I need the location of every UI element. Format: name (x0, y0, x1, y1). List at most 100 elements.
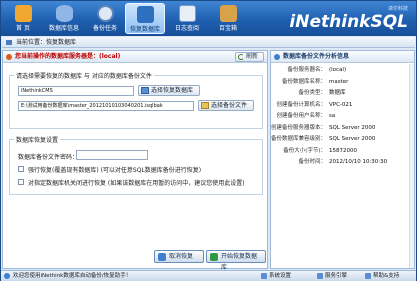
backup-info-header: 数据库备份文件分析信息 (271, 51, 414, 63)
backup-info-title: 数据库备份文件分析信息 (283, 53, 350, 60)
start-restore-label: 开始恢复数据库 (221, 253, 258, 271)
select-backup-file-label: 选择备份文件 (211, 102, 248, 109)
info-row: 创建备份计算机名： VPC-021 (271, 100, 414, 112)
engine-icon (317, 273, 323, 279)
restore-settings-group: 数据库恢复设置 数据库备份文件密码： 强行恢复(覆盖现有数据库) (可以对任意S… (9, 135, 263, 195)
info-value: sa (329, 113, 336, 119)
refresh-label: 刷新 (245, 53, 258, 60)
database-icon (55, 5, 73, 22)
toolbar-backup-task-button[interactable]: 备份任务 (86, 3, 124, 34)
select-database-legend: 请选择需要恢复的数据库 与 对应的数据库备份文件 (16, 73, 152, 80)
refresh-icon (237, 54, 244, 60)
toolbar-log-button[interactable]: 日志查阅 (168, 3, 206, 34)
brand-logo: 卓尔科技 iNethinkSQL (289, 5, 408, 32)
select-backup-file-button[interactable]: 选择备份文件 (198, 100, 254, 111)
database-select-icon (141, 87, 149, 94)
toolbar-label: 百宝箱 (218, 25, 237, 32)
brand-subtitle: 卓尔科技 (387, 6, 408, 12)
select-database-button[interactable]: 选择恢复数据库 (138, 85, 200, 96)
info-value: 15872000 (329, 147, 357, 154)
info-key: 备份大小(字节)： (283, 147, 326, 154)
info-value: (local) (329, 67, 347, 73)
info-row: 创建备份用户名称： sa (271, 111, 414, 123)
status-help-support[interactable]: 帮助&支持 (364, 271, 399, 281)
status-message: 欢迎您使用iNethink数据库自动备份/恢复助手！ (13, 273, 132, 279)
info-value: SQL Server 2000 (329, 124, 376, 131)
info-key: 创建备份服务器版本： (270, 124, 326, 131)
backup-info-list: 备份服务器名： (local) 备份数据库名称： master 备份类型： 数据库 创… (271, 65, 414, 169)
toolbar-db-info-button[interactable]: 数据库信息 (45, 3, 83, 34)
info-row: 备份数据库兼容级别： SQL Server 2000 (271, 134, 414, 146)
backup-file-field[interactable]: E:\测试用备份数据库\master_20121010103040201.isq… (18, 101, 194, 111)
info-key: 备份数据库兼容级别： (270, 136, 326, 142)
toolbar-label: 恢复数据库 (129, 26, 160, 33)
info-row: 创建备份服务器版本： SQL Server 2000 (271, 123, 414, 135)
status-item-label: 帮助&支持 (373, 273, 400, 279)
toolbar-label: 日志查阅 (174, 25, 199, 32)
toolbar-label: 首 页 (16, 25, 30, 32)
backup-file-info-panel: 数据库备份文件分析信息 备份服务器名： (local) 备份数据库名称： maste… (270, 50, 415, 269)
backup-password-field[interactable] (76, 150, 148, 160)
app-window: 首 页 数据库信息 备份任务 恢复数据库 日志查阅 百宝箱 卓尔科技 iNeth… (0, 0, 417, 281)
clock-icon (96, 5, 114, 22)
status-item-label: 系统设置 (269, 273, 292, 279)
status-bar: 欢迎您使用iNethink数据库自动备份/恢复助手！ 系统设置 服务引擎 帮助&… (1, 270, 416, 281)
info-key: 备份类型： (298, 90, 326, 96)
top-toolbar: 首 页 数据库信息 备份任务 恢复数据库 日志查阅 百宝箱 卓尔科技 iNeth… (1, 1, 416, 36)
select-database-group: 请选择需要恢复的数据库 与 对应的数据库备份文件 iNethinkCMS 选择恢… (9, 71, 263, 129)
info-scrollbar[interactable] (409, 64, 414, 268)
home-icon (14, 5, 32, 22)
status-service-engine[interactable]: 服务引擎 (316, 271, 347, 281)
info-key: 备份时间： (298, 159, 326, 165)
info-key: 创建备份用户名称： (276, 113, 326, 119)
restore-settings-legend: 数据库恢复设置 (16, 137, 59, 144)
start-restore-button[interactable]: 开始恢复数据库 (206, 250, 266, 271)
cancel-icon (158, 253, 166, 261)
force-restore-checkbox[interactable] (18, 166, 24, 172)
info-row: 备份服务器名： (local) (271, 65, 414, 77)
restore-panel-header: 您当前操作的数据库服务器是：(local) 刷新 (3, 51, 267, 63)
breadcrumb: 当前位置：恢复数据库 (2, 37, 415, 48)
close-connections-label: 对指定数据库机关闭进行恢复 (如果该数据库在用暂的访问中，建议您使用此设置) (28, 180, 245, 187)
info-icon (274, 54, 280, 60)
info-key: 创建备份计算机名： (276, 101, 326, 108)
cancel-restore-button[interactable]: 取消恢复 (154, 250, 204, 263)
server-status-text: 您当前操作的数据库服务器是：(local) (15, 53, 121, 60)
start-icon (210, 253, 218, 261)
restore-icon (136, 6, 154, 23)
info-value: VPC-021 (329, 101, 353, 108)
toolbar-restore-button[interactable]: 恢复数据库 (125, 3, 165, 34)
info-row: 备份类型： 数据库 (271, 88, 414, 100)
location-icon (6, 40, 12, 45)
password-label: 数据库备份文件密码： (18, 154, 79, 161)
server-icon (6, 54, 12, 60)
folder-icon (201, 102, 209, 109)
info-key: 备份数据库名称： (281, 78, 326, 85)
toolbar-label: 备份任务 (92, 25, 117, 32)
info-row: 备份数据库名称： master (271, 77, 414, 89)
info-value: 2012/10/10 10:30:30 (329, 159, 388, 165)
force-restore-label: 强行恢复(覆盖现有数据库) (可以对任意SQL数据库备份进行恢复) (28, 167, 202, 174)
toolbar-label: 数据库信息 (48, 25, 79, 32)
status-system-settings[interactable]: 系统设置 (260, 271, 291, 281)
info-icon (4, 273, 10, 279)
restore-panel: 您当前操作的数据库服务器是：(local) 刷新 请选择需要恢复的数据库 与 对… (2, 50, 268, 271)
refresh-button[interactable]: 刷新 (234, 52, 264, 62)
cancel-restore-label: 取消恢复 (169, 253, 194, 260)
status-item-label: 服务引擎 (325, 273, 348, 279)
info-value: 数据库 (329, 90, 346, 96)
settings-icon (261, 273, 267, 279)
toolbar-toolbox-button[interactable]: 百宝箱 (209, 3, 247, 34)
toolbox-icon (219, 5, 237, 22)
brand-name: iNethinkSQL (289, 12, 408, 32)
database-field[interactable]: iNethinkCMS (18, 86, 134, 96)
breadcrumb-text: 当前位置：恢复数据库 (16, 39, 77, 46)
info-value: SQL Server 2000 (329, 136, 376, 142)
info-row: 备份大小(字节)： 15872000 (271, 146, 414, 158)
close-connections-checkbox[interactable] (18, 179, 24, 185)
select-database-label: 选择恢复数据库 (151, 87, 194, 94)
help-icon (365, 273, 371, 279)
toolbar-home-button[interactable]: 首 页 (4, 3, 42, 34)
info-row: 备份时间： 2012/10/10 10:30:30 (271, 157, 414, 169)
info-key: 备份服务器名： (287, 67, 326, 73)
